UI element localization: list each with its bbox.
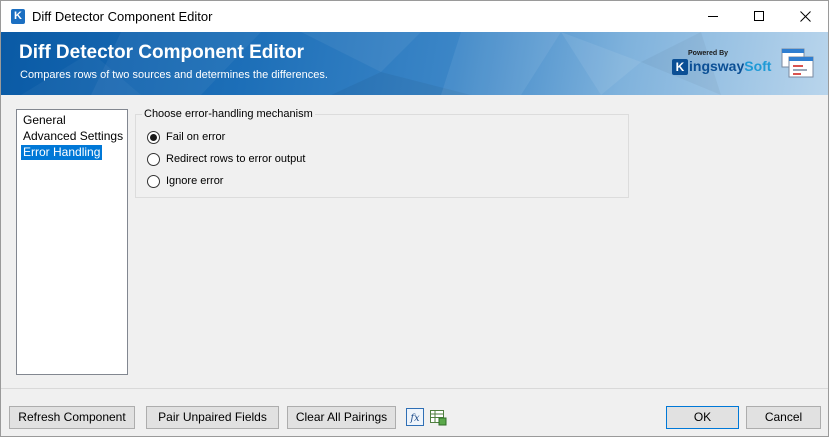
radio-fail-on-error[interactable]: Fail on error [147, 129, 225, 145]
close-icon [799, 11, 811, 22]
brand-name-accent: Soft [744, 58, 772, 74]
maximize-icon [753, 11, 764, 21]
maximize-button[interactable] [736, 1, 782, 32]
settings-navigation-list[interactable]: General Advanced Settings Error Handling [16, 109, 128, 375]
grid-settings-icon[interactable] [429, 408, 447, 426]
expression-fx-icon[interactable]: fx [406, 408, 424, 426]
brand-name-main: ingsway [689, 58, 745, 74]
error-handling-group: Choose error-handling mechanism Fail on … [135, 108, 629, 198]
banner-title: Diff Detector Component Editor [19, 42, 304, 63]
radio-redirect-rows[interactable]: Redirect rows to error output [147, 151, 305, 167]
ok-button[interactable]: OK [666, 406, 739, 429]
clear-all-pairings-button[interactable]: Clear All Pairings [287, 406, 396, 429]
editor-window: K Diff Detector Component Editor Diff De… [0, 0, 829, 437]
kingswaysoft-app-icon: K [11, 9, 25, 24]
nav-item-general[interactable]: General [21, 113, 68, 128]
header-banner: Diff Detector Component Editor Compares … [1, 32, 828, 95]
title-bar[interactable]: K Diff Detector Component Editor [1, 1, 828, 32]
footer-separator [1, 388, 828, 389]
nav-item-error-handling[interactable]: Error Handling [21, 145, 103, 160]
radio-button-checked[interactable] [147, 130, 160, 144]
diff-detector-component-icon [781, 48, 814, 78]
kingswaysoft-logo: Powered By KingswaySoft [672, 50, 771, 84]
radio-button[interactable] [147, 152, 160, 166]
cancel-button[interactable]: Cancel [746, 406, 821, 429]
close-button[interactable] [782, 1, 828, 32]
radio-label: Redirect rows to error output [166, 153, 306, 165]
refresh-component-button[interactable]: Refresh Component [9, 406, 135, 429]
brand-k-icon: K [672, 59, 688, 75]
radio-ignore-error[interactable]: Ignore error [147, 173, 223, 189]
radio-button[interactable] [147, 174, 160, 188]
pair-unpaired-fields-button[interactable]: Pair Unpaired Fields [146, 406, 279, 429]
minimize-button[interactable] [690, 1, 736, 32]
error-handling-group-label: Choose error-handling mechanism [142, 108, 315, 120]
minimize-icon [707, 16, 718, 17]
radio-label: Ignore error [166, 175, 224, 187]
powered-by-label: Powered By [688, 50, 729, 57]
banner-subtitle: Compares rows of two sources and determi… [20, 69, 328, 81]
fx-icon-text: fx [409, 413, 420, 424]
brand-name: KingswaySoft [672, 58, 771, 75]
radio-label: Fail on error [166, 131, 226, 143]
window-title: Diff Detector Component Editor [32, 9, 213, 24]
nav-item-advanced-settings[interactable]: Advanced Settings [21, 129, 125, 144]
